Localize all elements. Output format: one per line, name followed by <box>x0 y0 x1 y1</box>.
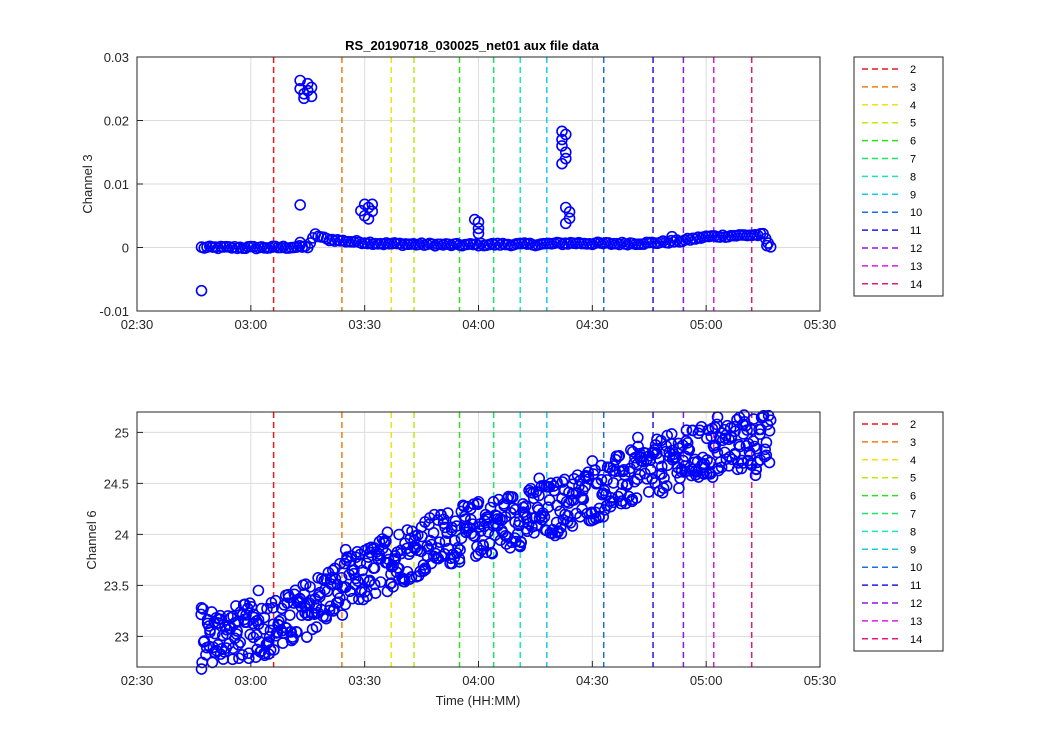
y-tick-label: 24 <box>115 527 129 542</box>
legend-label-7: 7 <box>910 154 916 166</box>
channel-3-plot: RS_20190718_030025_net01 aux file data 0… <box>80 38 944 332</box>
y-tick-label: 23.5 <box>104 578 129 593</box>
legend-label-6: 6 <box>910 136 916 148</box>
legend-label-5: 5 <box>910 473 916 485</box>
y-tick-label: 0.03 <box>104 50 129 65</box>
legend-label-9: 9 <box>910 189 916 201</box>
y-tick-label: 23 <box>115 629 129 644</box>
x-tick-label: 05:30 <box>804 317 837 332</box>
figure-svg: RS_20190718_030025_net01 aux file data 0… <box>0 0 1050 750</box>
legend-label-13: 13 <box>910 261 922 273</box>
x-tick-label: 03:30 <box>348 317 381 332</box>
legend-label-2: 2 <box>910 64 916 76</box>
legend-label-12: 12 <box>910 243 922 255</box>
legend-label-10: 10 <box>910 207 922 219</box>
legend-label-12: 12 <box>910 598 922 610</box>
legend-label-2: 2 <box>910 419 916 431</box>
x-tick-label: 04:30 <box>576 673 609 688</box>
y-axis-label-channel-3: Channel 3 <box>80 154 95 213</box>
legend-label-5: 5 <box>910 118 916 130</box>
x-tick-label: 03:00 <box>235 317 268 332</box>
x-tick-label: 04:30 <box>576 317 609 332</box>
x-tick-label: 04:00 <box>462 673 495 688</box>
legend-channel-3: 2 3 4 5 6 7 8 9 10 11 12 13 14 <box>853 56 944 297</box>
legend-label-6: 6 <box>910 491 916 503</box>
x-tick-label: 05:00 <box>690 673 723 688</box>
chart-title: RS_20190718_030025_net01 aux file data <box>345 38 599 53</box>
x-tick-label: 03:00 <box>235 673 268 688</box>
y-tick-label: 24.5 <box>104 476 129 491</box>
x-tick-label: 05:00 <box>690 317 723 332</box>
legend-label-4: 4 <box>910 100 916 112</box>
channel-6-plot: 02:30 03:00 03:30 04:00 04:30 05:00 05:30 2323… <box>84 409 944 708</box>
legend-label-11: 11 <box>910 580 921 592</box>
legend-label-3: 3 <box>910 437 916 449</box>
y-tick-label: -0.01 <box>99 304 129 319</box>
legend-label-10: 10 <box>910 562 922 574</box>
legend-label-14: 14 <box>910 634 922 646</box>
legend-label-3: 3 <box>910 82 916 94</box>
legend-channel-6: 2 3 4 5 6 7 8 9 10 11 12 13 14 <box>853 411 944 652</box>
legend-label-4: 4 <box>910 455 916 467</box>
x-tick-label: 04:00 <box>462 317 495 332</box>
x-tick-label: 03:30 <box>348 673 381 688</box>
legend-label-11: 11 <box>910 225 921 237</box>
legend-label-14: 14 <box>910 279 922 291</box>
x-tick-label: 02:30 <box>121 673 154 688</box>
y-axis-label-channel-6: Channel 6 <box>84 510 99 569</box>
figure: RS_20190718_030025_net01 aux file data 0… <box>0 0 1050 750</box>
x-axis-label: Time (HH:MM) <box>436 693 521 708</box>
legend-label-8: 8 <box>910 526 916 538</box>
legend-label-7: 7 <box>910 509 916 521</box>
x-tick-label: 02:30 <box>121 317 154 332</box>
y-tick-label: 0.01 <box>104 177 129 192</box>
y-tick-label: 0 <box>122 241 129 256</box>
legend-label-9: 9 <box>910 544 916 556</box>
x-tick-label: 05:30 <box>804 673 837 688</box>
y-tick-label: 25 <box>115 425 129 440</box>
legend-label-8: 8 <box>910 171 916 183</box>
legend-label-13: 13 <box>910 616 922 628</box>
y-tick-label: 0.02 <box>104 114 129 129</box>
